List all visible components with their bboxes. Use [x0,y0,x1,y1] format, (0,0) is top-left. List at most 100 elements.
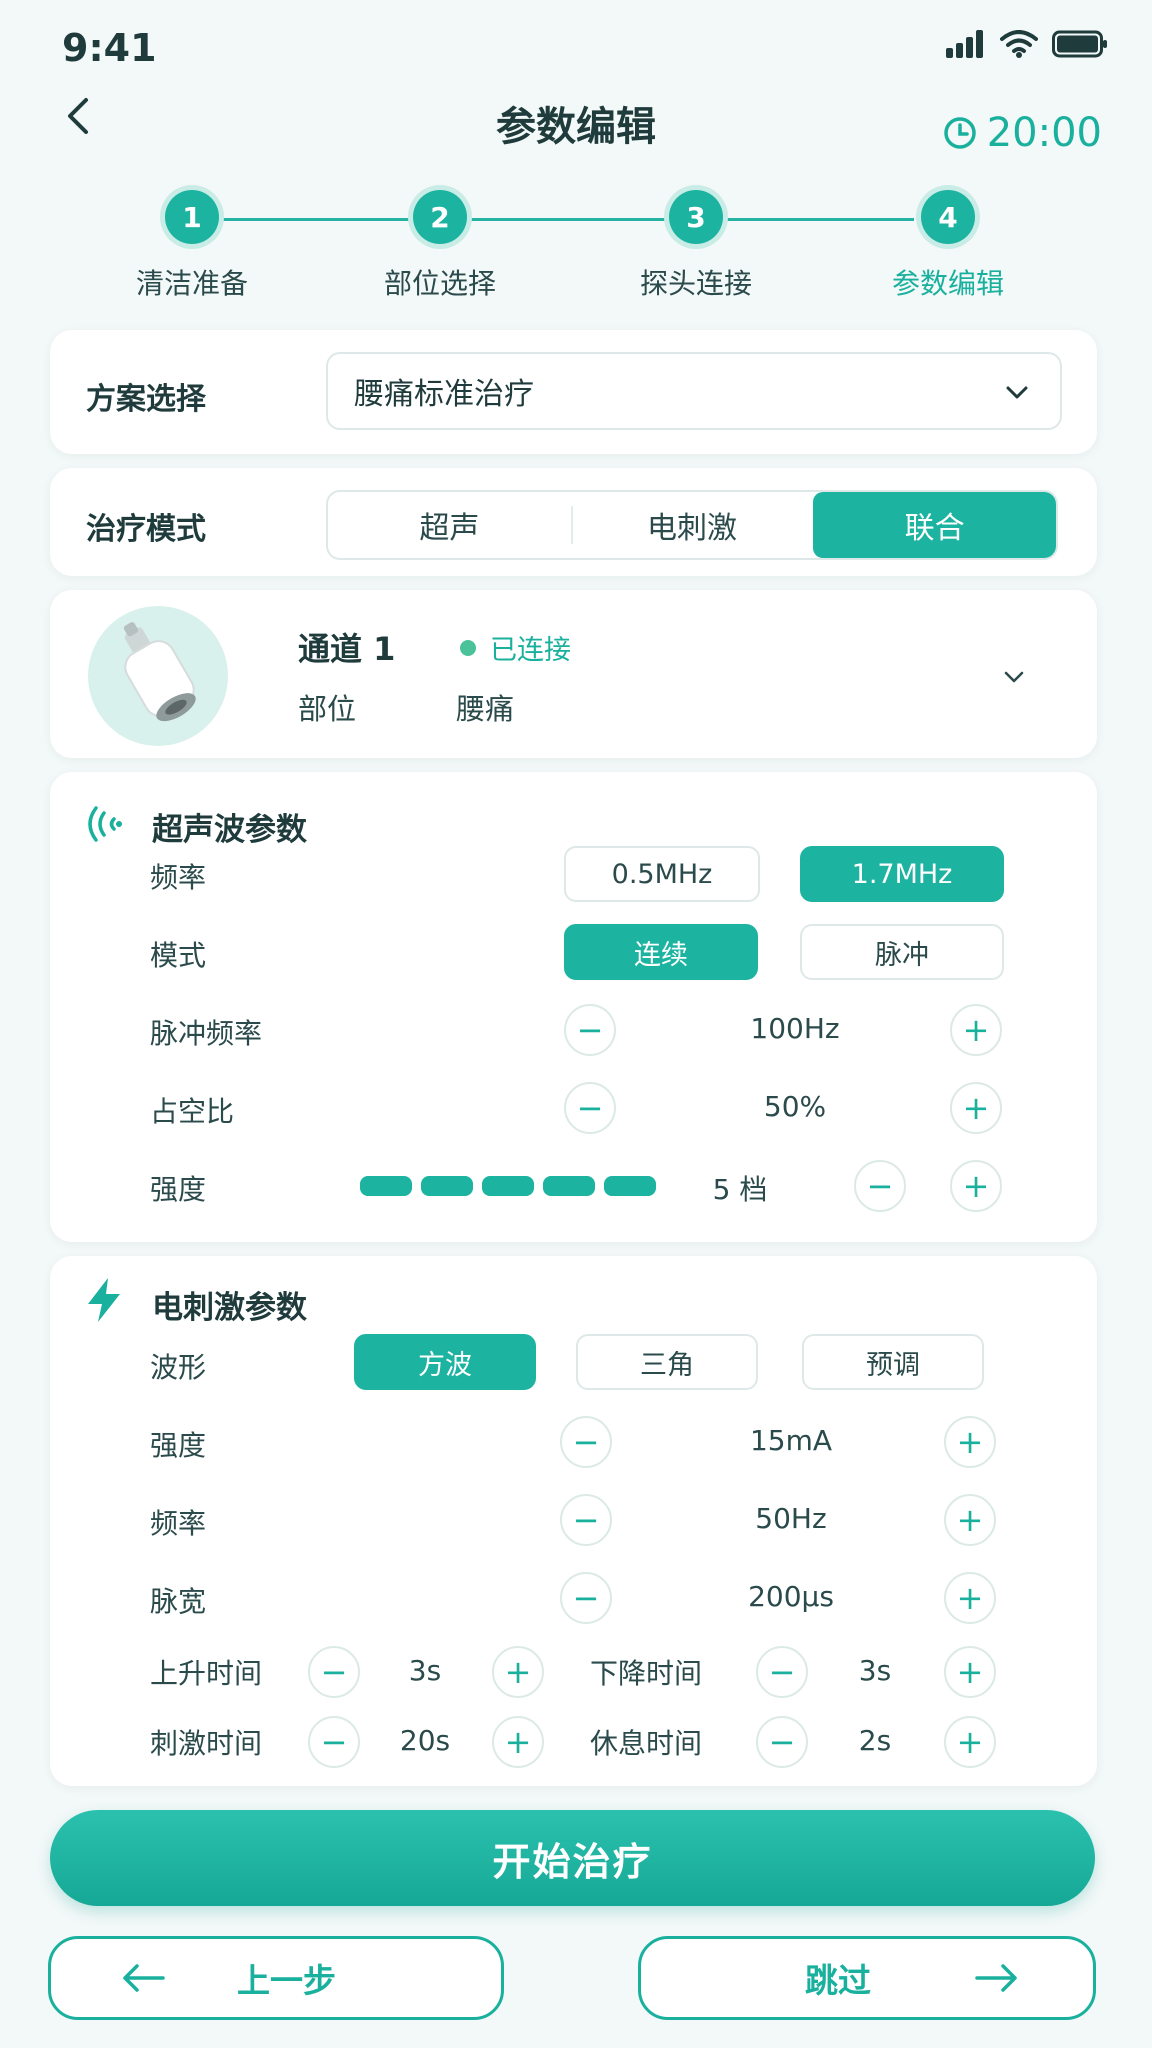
us-freq-1.7-button[interactable]: 1.7MHz [800,846,1004,902]
step-4: 4 参数编辑 [848,190,1048,302]
mode-option-combined[interactable]: 联合 [813,492,1056,558]
us-intensity-meter [360,1176,656,1196]
us-pulse-freq-value: 100Hz [750,1012,840,1045]
waveform-triangle-button[interactable]: 三角 [576,1334,758,1390]
us-duty-increase-button[interactable]: + [950,1082,1002,1134]
stim-time-value: 20s [399,1724,451,1757]
step-1: 1 清洁准备 [92,190,292,302]
us-pulse-freq-decrease-button[interactable]: − [564,1004,616,1056]
rest-time-increase-button[interactable]: + [944,1716,996,1768]
progress-stepper: 1 清洁准备 2 部位选择 3 探头连接 4 参数编辑 [0,190,1152,310]
estim-intensity-increase-button[interactable]: + [944,1416,996,1468]
pulse-width-decrease-button[interactable]: − [560,1572,612,1624]
rise-time-value: 3s [408,1654,442,1687]
step-label: 参数编辑 [891,267,1004,300]
ultrasound-card: 超声波参数 频率 0.5MHz 1.7MHz 模式 连续 脉冲 脉冲频率 − 1… [50,772,1097,1242]
arrow-right-icon [975,1964,1017,1992]
us-pulse-freq-increase-button[interactable]: + [950,1004,1002,1056]
signal-icon [946,30,983,58]
estim-frequency-label: 频率 [150,1507,207,1540]
skip-button[interactable]: 跳过 [638,1936,1096,2020]
battery-icon [1052,30,1107,58]
wifi-icon [1000,30,1038,58]
waveform-preset-button[interactable]: 预调 [802,1334,984,1390]
step-number: 4 [921,190,975,244]
mode-label: 治疗模式 [86,512,206,547]
step-2: 2 部位选择 [340,190,540,302]
channel-card[interactable]: 通道 1 已连接 部位 腰痛 [50,590,1097,758]
estim-intensity-value: 15mA [749,1424,833,1457]
previous-step-button[interactable]: 上一步 [48,1936,504,2020]
estim-intensity-label: 强度 [150,1429,207,1462]
us-frequency-label: 频率 [150,861,207,894]
us-mode-label: 模式 [150,939,207,972]
fall-time-label: 下降时间 [590,1657,703,1690]
stim-time-label: 刺激时间 [150,1727,263,1760]
intensity-segment [543,1176,595,1196]
mode-card: 治疗模式 超声 电刺激 联合 [50,468,1097,576]
ultrasound-title: 超声波参数 [152,812,307,848]
rest-time-value: 2s [858,1724,892,1757]
estim-card: 电刺激参数 波形 方波 三角 预调 强度 − 15mA + 频率 − 50Hz … [50,1256,1097,1786]
mode-option-ultrasound[interactable]: 超声 [328,492,571,558]
intensity-segment [482,1176,534,1196]
waveform-square-button[interactable]: 方波 [354,1334,536,1390]
rest-time-decrease-button[interactable]: − [756,1716,808,1768]
fall-time-increase-button[interactable]: + [944,1646,996,1698]
us-duty-value: 50% [763,1090,827,1123]
intensity-segment [421,1176,473,1196]
connection-status: 已连接 [460,628,571,667]
waveform-label: 波形 [150,1351,207,1384]
pulse-width-label: 脉宽 [150,1585,207,1618]
rise-time-decrease-button[interactable]: − [308,1646,360,1698]
step-3: 3 探头连接 [596,190,796,302]
lightning-icon [88,1278,120,1322]
probe-image [88,606,228,746]
status-time: 9:41 [62,26,157,70]
us-duty-label: 占空比 [150,1095,235,1128]
us-mode-pulse-button[interactable]: 脉冲 [800,924,1004,980]
countdown-timer: 20:00 [943,110,1102,156]
previous-step-label: 上一步 [237,1961,336,2000]
clock-icon [943,117,976,149]
estim-title: 电刺激参数 [152,1290,307,1326]
pulse-width-value: 200μs [748,1580,834,1613]
chevron-down-icon[interactable] [1001,664,1027,690]
stim-time-decrease-button[interactable]: − [308,1716,360,1768]
fall-time-decrease-button[interactable]: − [756,1646,808,1698]
skip-label: 跳过 [805,1961,871,2000]
status-icons [946,30,1108,58]
part-value: 腰痛 [456,692,515,726]
timer-value: 20:00 [986,110,1102,156]
estim-frequency-increase-button[interactable]: + [944,1494,996,1546]
estim-intensity-decrease-button[interactable]: − [560,1416,612,1468]
us-mode-continuous-button[interactable]: 连续 [564,924,758,980]
rise-time-label: 上升时间 [150,1657,263,1690]
ultrasound-wave-icon [88,806,122,842]
stim-time-increase-button[interactable]: + [492,1716,544,1768]
step-label: 清洁准备 [135,267,248,300]
step-label: 探头连接 [639,267,752,300]
intensity-segment [360,1176,412,1196]
estim-frequency-decrease-button[interactable]: − [560,1494,612,1546]
intensity-segment [604,1176,656,1196]
plan-select[interactable]: 腰痛标准治疗 [326,352,1062,430]
connection-status-text: 已连接 [490,635,571,666]
chevron-down-icon [1006,386,1028,399]
us-freq-0.5-button[interactable]: 0.5MHz [564,846,760,902]
mode-option-estim[interactable]: 电刺激 [570,492,814,558]
probe-icon [123,622,196,722]
start-treatment-button[interactable]: 开始治疗 [50,1810,1095,1906]
arrow-left-icon [123,1964,165,1992]
us-duty-decrease-button[interactable]: − [564,1082,616,1134]
us-intensity-decrease-button[interactable]: − [854,1160,906,1212]
part-label: 部位 [298,692,357,726]
us-intensity-value: 5 档 [712,1173,768,1206]
us-intensity-label: 强度 [150,1173,207,1206]
us-intensity-increase-button[interactable]: + [950,1160,1002,1212]
rest-time-label: 休息时间 [590,1727,703,1760]
rise-time-increase-button[interactable]: + [492,1646,544,1698]
estim-frequency-value: 50Hz [755,1502,827,1535]
pulse-width-increase-button[interactable]: + [944,1572,996,1624]
plan-card: 方案选择 腰痛标准治疗 [50,330,1097,454]
